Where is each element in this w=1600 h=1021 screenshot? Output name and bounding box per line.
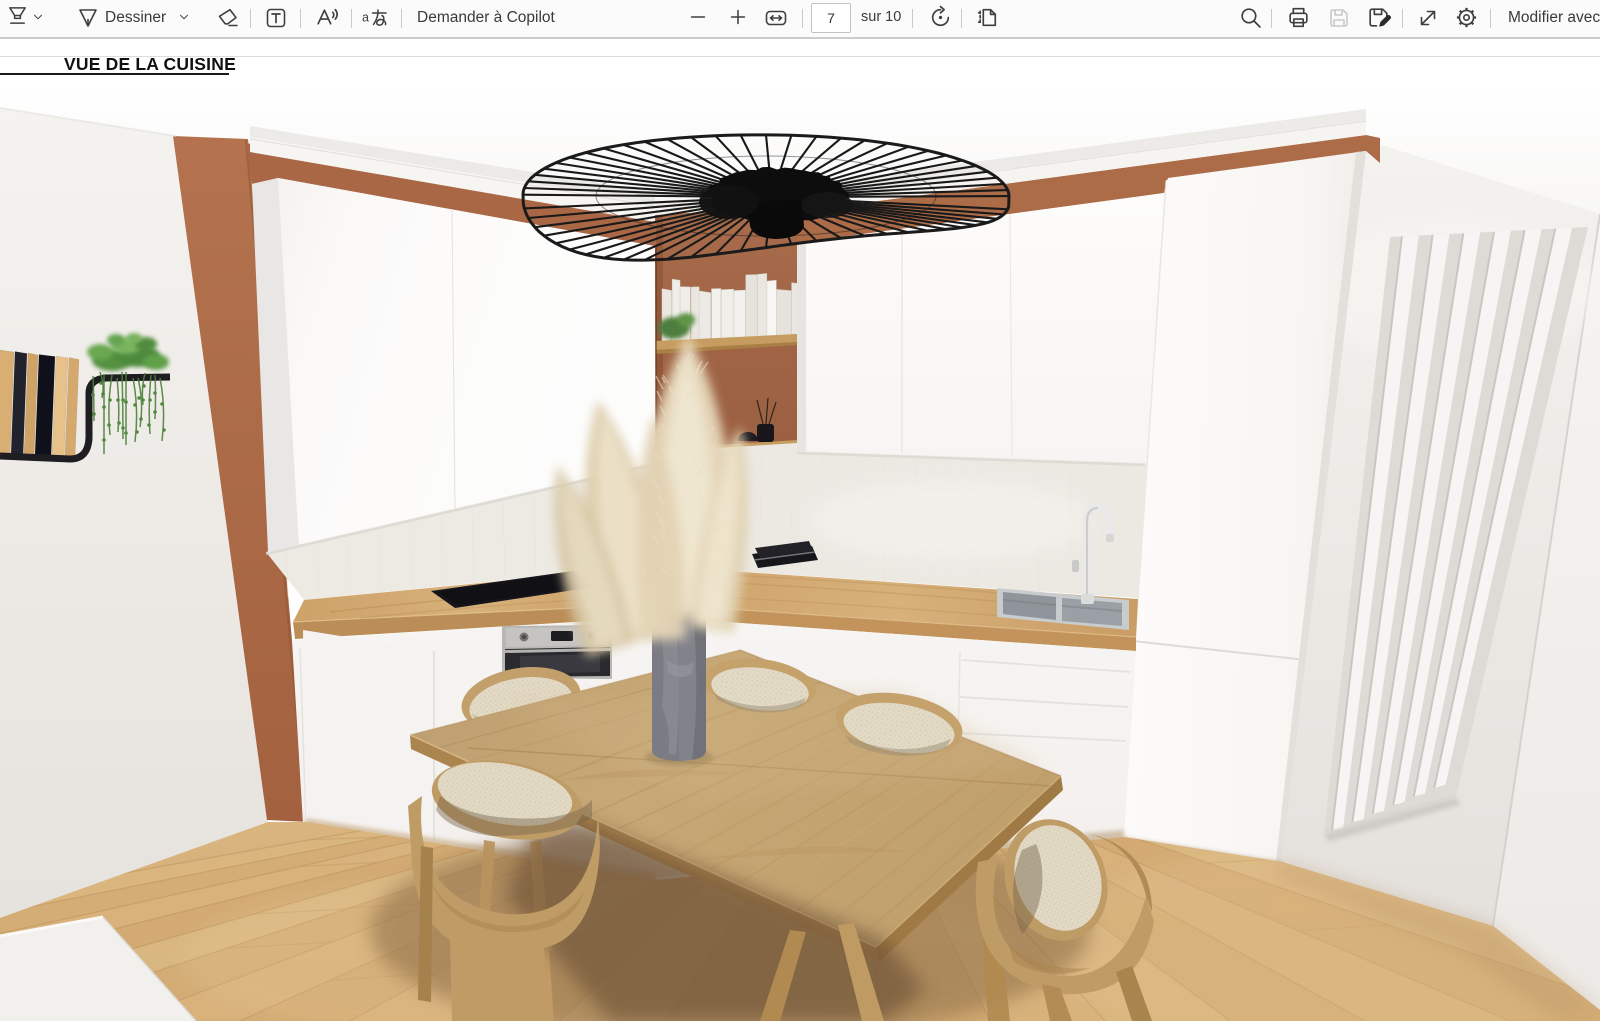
svg-text:a: a — [362, 11, 369, 25]
